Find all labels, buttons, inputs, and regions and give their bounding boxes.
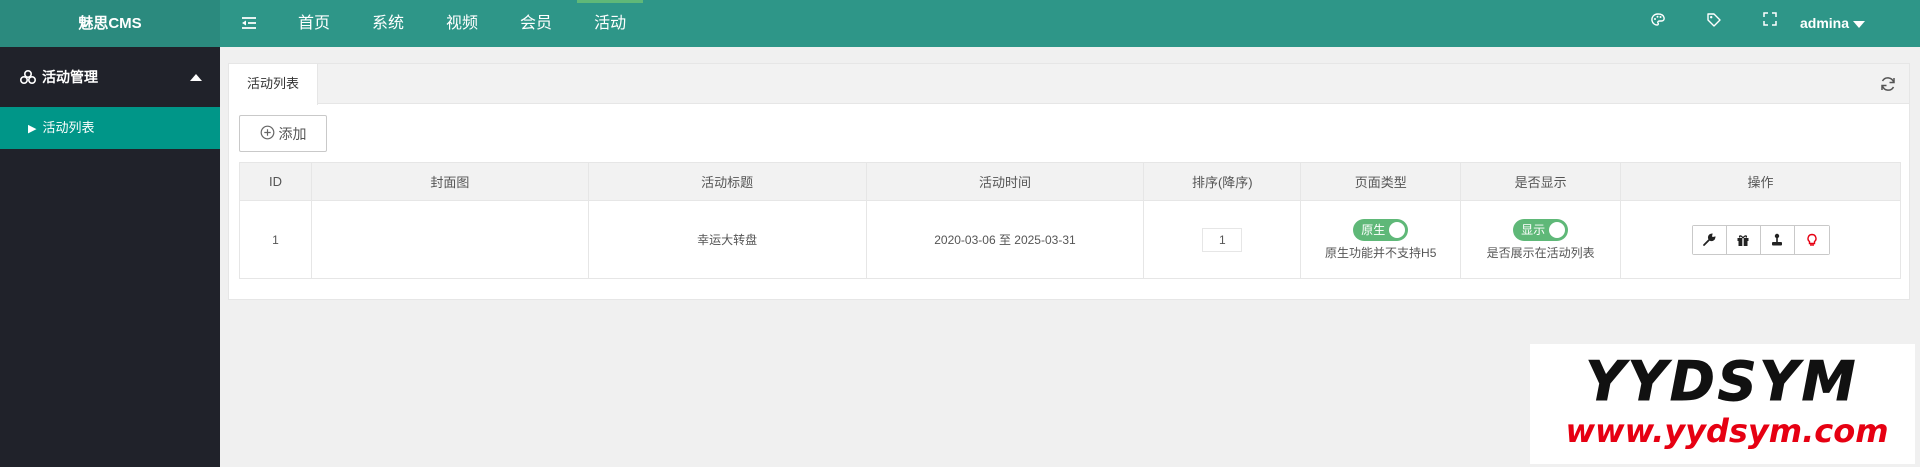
cell-sort: 1 — [1143, 200, 1302, 279]
watermark-url-text: www.yydsym.com — [1565, 412, 1888, 450]
palette-icon[interactable] — [1630, 12, 1686, 34]
add-circle-icon — [260, 125, 275, 143]
refresh-icon[interactable] — [1879, 75, 1897, 93]
watermark: YYDSYM www.yydsym.com — [1530, 344, 1915, 464]
add-button[interactable]: 添加 — [239, 115, 327, 152]
cell-display: 显示 是否展示在活动列表 — [1460, 200, 1622, 279]
activity-table: ID 封面图 活动标题 活动时间 排序(降序) 页面类型 是否显示 操作 1 幸… — [239, 162, 1901, 279]
table-header-row: ID 封面图 活动标题 活动时间 排序(降序) 页面类型 是否显示 操作 — [239, 162, 1901, 201]
column-header[interactable]: 页面类型 — [1300, 162, 1462, 201]
fullscreen-icon[interactable] — [1742, 12, 1798, 34]
cell-time: 2020-03-06 至 2025-03-31 — [865, 200, 1145, 279]
tab-activity-list[interactable]: 活动列表 — [229, 64, 319, 105]
cell-page-type: 原生 原生功能并不支持H5 — [1300, 200, 1462, 279]
cubes-icon — [20, 70, 36, 84]
nav-item-video[interactable]: 视频 — [425, 0, 499, 47]
column-header[interactable]: 活动标题 — [587, 162, 867, 201]
content-card: 活动列表 添加 ID 封面图 活动标题 活动时间 排序(降序) 页面类型 是否显… — [228, 63, 1910, 300]
wrench-icon[interactable] — [1692, 225, 1727, 254]
nav-item-home[interactable]: 首页 — [277, 0, 351, 47]
display-desc: 是否展示在活动列表 — [1486, 245, 1595, 260]
page-type-desc: 原生功能并不支持H5 — [1325, 245, 1437, 260]
nav-item-system[interactable]: 系统 — [351, 0, 425, 47]
app-logo[interactable]: 魅思CMS — [0, 0, 220, 47]
sidebar-item-label: 活动列表 — [42, 120, 95, 135]
cell-id: 1 — [239, 200, 312, 279]
watermark-logo-text: YYDSYM — [1586, 350, 1859, 413]
tab-bar: 活动列表 — [229, 64, 1909, 105]
column-header[interactable]: 活动时间 — [865, 162, 1145, 201]
sidebar-item-activity-list[interactable]: ▶ 活动列表 — [0, 107, 220, 149]
nav-item-activity[interactable]: 活动 — [573, 0, 647, 47]
switch-label: 显示 — [1521, 223, 1546, 237]
add-button-label: 添加 — [278, 125, 307, 142]
column-header[interactable]: ID — [239, 162, 312, 201]
chevron-down-icon — [1853, 20, 1866, 28]
display-switch[interactable]: 显示 — [1513, 218, 1569, 241]
top-nav: 首页 系统 视频 会员 活动 — [277, 0, 647, 47]
cell-actions — [1620, 200, 1901, 279]
menu-fold-icon[interactable] — [240, 14, 258, 32]
page-type-switch[interactable]: 原生 — [1353, 218, 1409, 241]
switch-knob — [1549, 221, 1566, 238]
cell-title: 幸运大转盘 — [587, 200, 867, 279]
column-header[interactable]: 封面图 — [310, 162, 589, 201]
switch-knob — [1389, 221, 1406, 238]
switch-label: 原生 — [1361, 223, 1386, 237]
user-name: admina — [1800, 15, 1850, 31]
joystick-icon[interactable] — [1760, 225, 1795, 254]
top-header: 魅思CMS 首页 系统 视频 会员 活动 admina — [0, 0, 1920, 47]
column-header[interactable]: 排序(降序) — [1143, 162, 1302, 201]
tag-icon[interactable] — [1686, 12, 1742, 34]
column-header[interactable]: 是否显示 — [1460, 162, 1622, 201]
header-tools — [1630, 12, 1798, 34]
triangle-right-icon: ▶ — [28, 123, 37, 135]
cell-cover — [310, 200, 589, 279]
column-header[interactable]: 操作 — [1620, 162, 1901, 201]
chevron-up-icon — [190, 74, 202, 81]
sort-input[interactable]: 1 — [1202, 227, 1243, 252]
bulb-icon[interactable] — [1794, 225, 1829, 254]
sidebar: 活动管理 ▶ 活动列表 — [0, 47, 220, 467]
user-menu[interactable]: admina — [1800, 0, 1866, 47]
sidebar-group-label: 活动管理 — [42, 69, 98, 85]
table-row: 1 幸运大转盘 2020-03-06 至 2025-03-31 1 原生 原生功… — [239, 200, 1901, 279]
action-button-group — [1691, 224, 1830, 255]
gift-icon[interactable] — [1726, 225, 1761, 254]
sidebar-group-activity[interactable]: 活动管理 — [0, 47, 220, 107]
nav-item-member[interactable]: 会员 — [499, 0, 573, 47]
